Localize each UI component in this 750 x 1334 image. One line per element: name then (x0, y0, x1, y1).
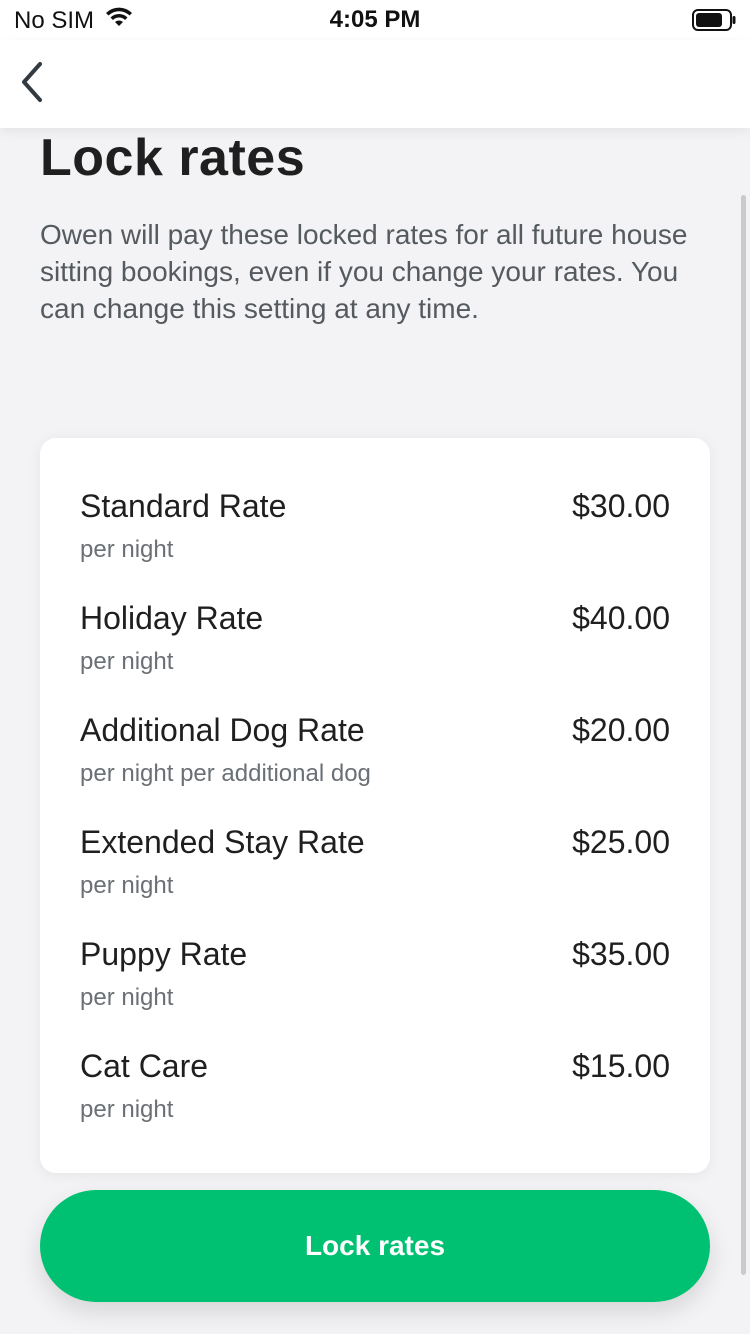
status-bar: No SIM 4:05 PM (0, 0, 750, 40)
rate-unit: per night per additional dog (80, 760, 371, 787)
back-button[interactable] (12, 60, 52, 108)
rate-price: $25.00 (572, 824, 670, 860)
battery-icon (692, 9, 736, 31)
rate-row-extended-stay: Extended Stay Rate per night $25.00 (80, 824, 670, 924)
rate-unit: per night (80, 648, 174, 675)
rate-unit: per night (80, 536, 174, 563)
rate-price: $30.00 (572, 488, 670, 524)
page-title: Lock rates (40, 129, 306, 187)
rate-row-additional-dog: Additional Dog Rate per night per additi… (80, 712, 670, 812)
rate-name: Extended Stay Rate (80, 824, 365, 860)
rate-row-cat-care: Cat Care per night $15.00 (80, 1048, 670, 1148)
rates-card: Standard Rate per night $30.00 Holiday R… (40, 438, 710, 1173)
lock-rates-button[interactable]: Lock rates (40, 1190, 710, 1302)
scroll-indicator[interactable] (741, 195, 746, 1275)
status-time: 4:05 PM (329, 6, 421, 33)
page-description: Owen will pay these locked rates for all… (40, 219, 688, 324)
rate-row-holiday: Holiday Rate per night $40.00 (80, 600, 670, 700)
nav-bar (0, 40, 750, 128)
rate-price: $15.00 (572, 1048, 670, 1084)
rate-price: $35.00 (572, 936, 670, 972)
rate-name: Additional Dog Rate (80, 712, 365, 748)
rate-row-puppy: Puppy Rate per night $35.00 (80, 936, 670, 1036)
rate-unit: per night (80, 1096, 174, 1123)
chevron-left-icon (18, 60, 46, 109)
rate-unit: per night (80, 872, 174, 899)
rate-name: Standard Rate (80, 488, 287, 524)
content-scroll-area[interactable]: Lock rates Owen will pay these locked ra… (0, 128, 750, 1334)
rate-price: $20.00 (572, 712, 670, 748)
rate-unit: per night (80, 984, 174, 1011)
rate-name: Cat Care (80, 1048, 209, 1084)
rate-row-standard: Standard Rate per night $30.00 (80, 488, 670, 588)
rate-name: Puppy Rate (80, 936, 248, 972)
rate-name: Holiday Rate (80, 600, 264, 636)
rate-price: $40.00 (572, 600, 670, 636)
